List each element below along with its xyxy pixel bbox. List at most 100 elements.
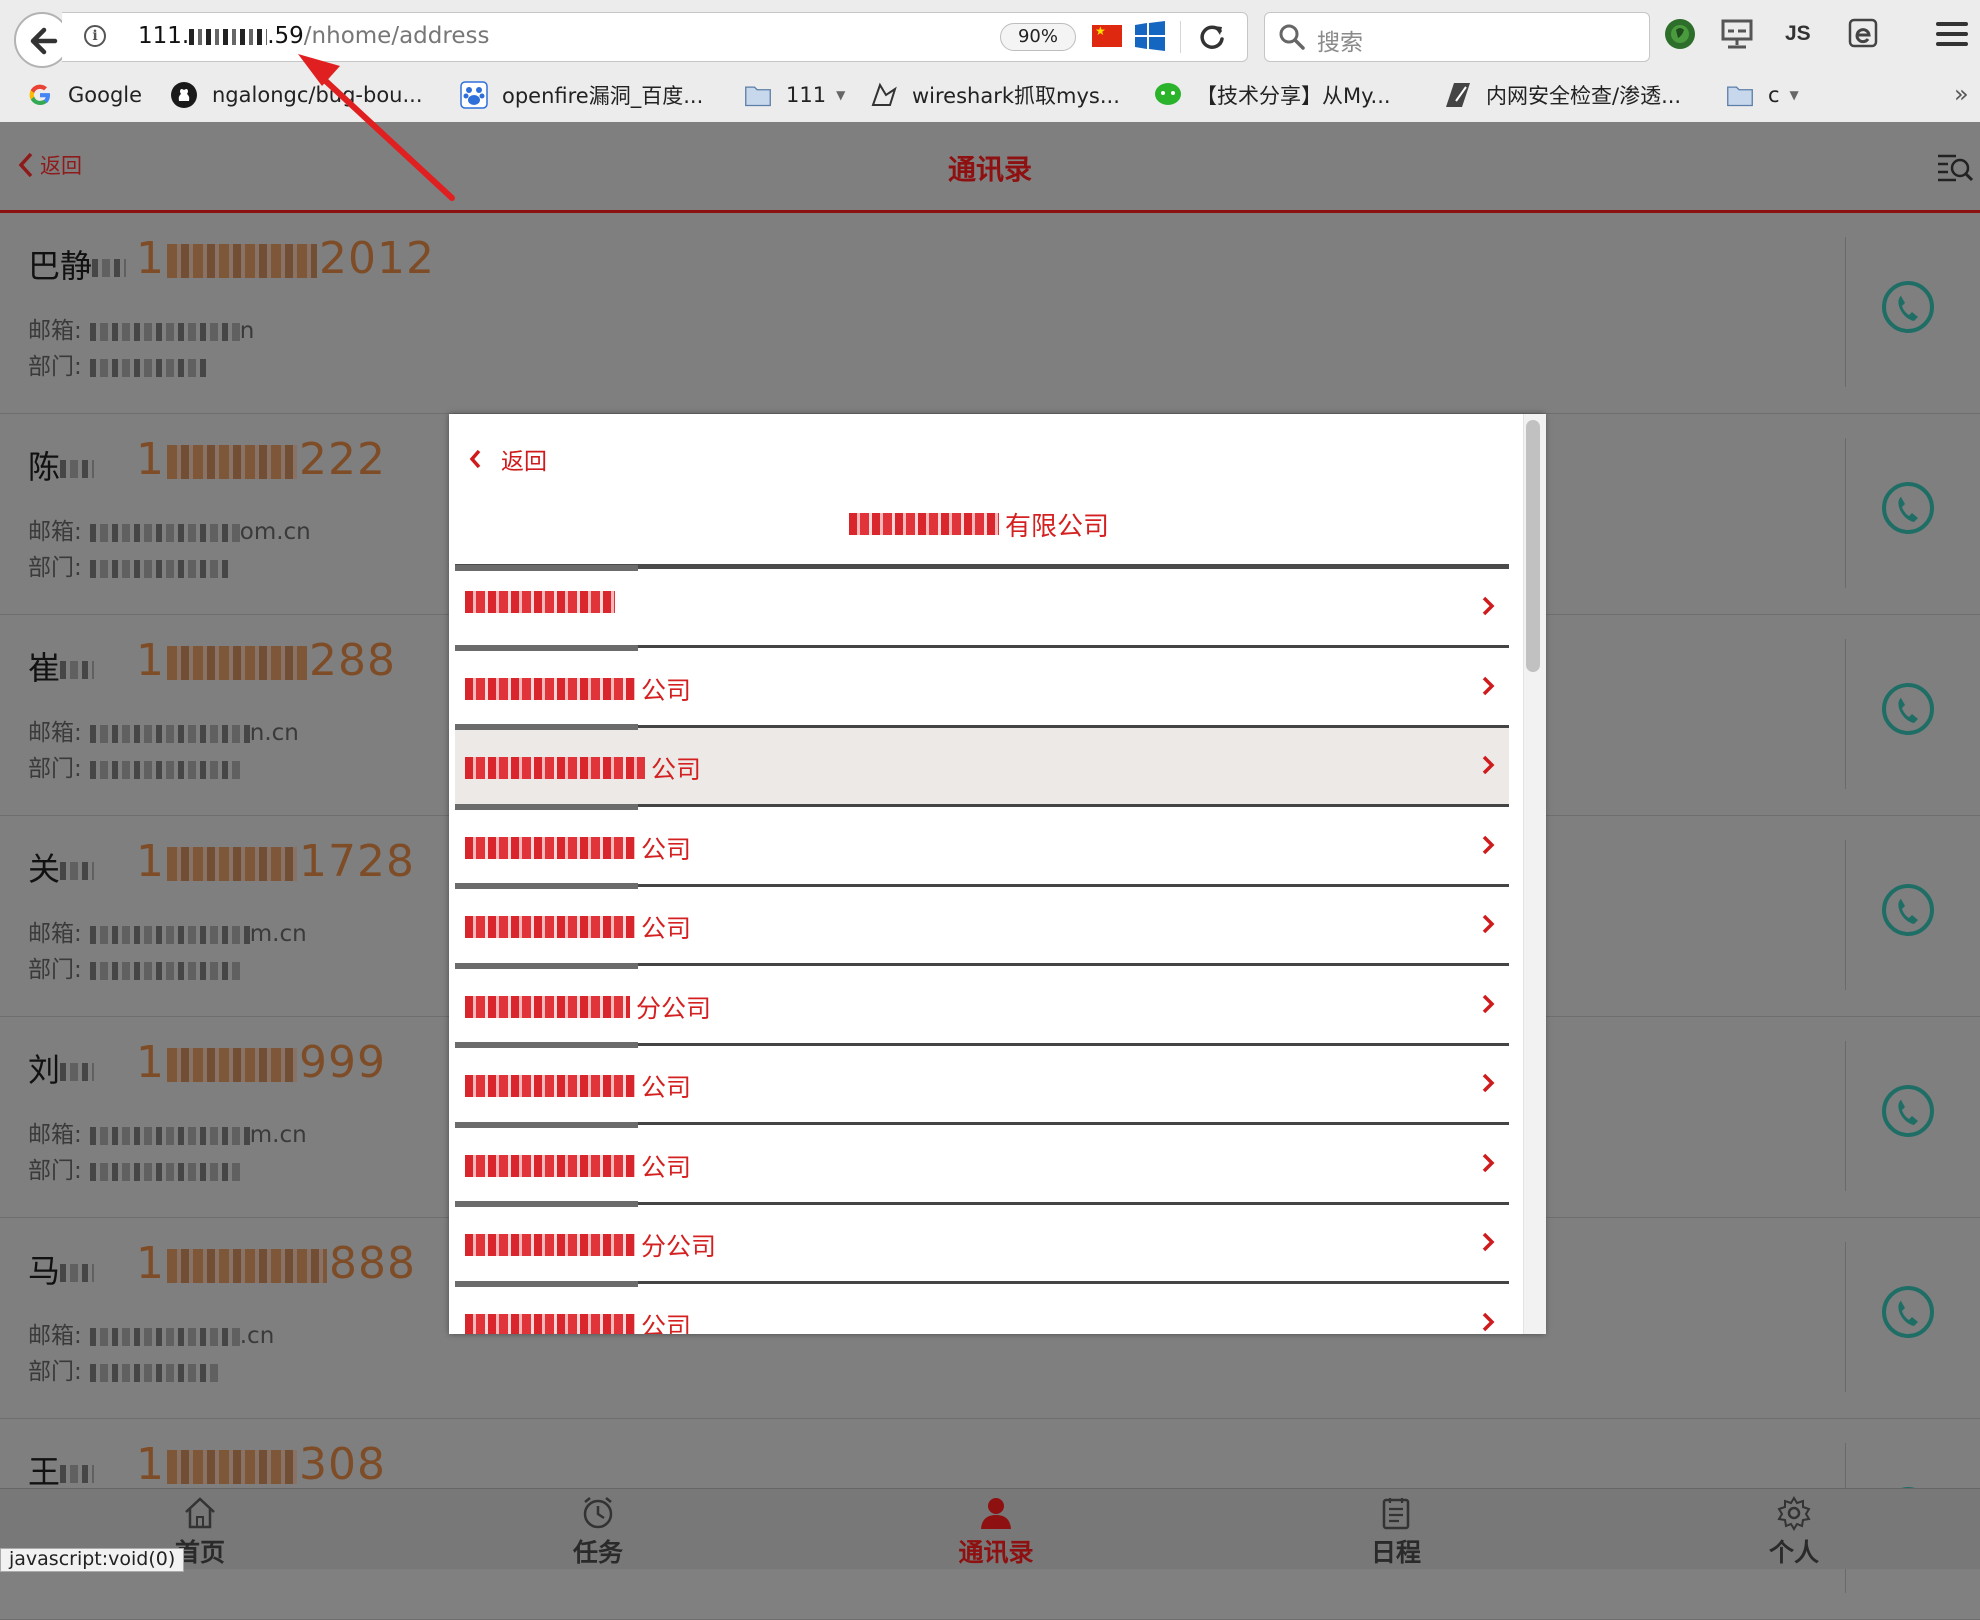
row-divider: [1845, 438, 1846, 588]
company-list-item[interactable]: 公司: [455, 803, 1509, 887]
redacted-text: [465, 836, 635, 859]
modal-scrollbar-thumb[interactable]: [1526, 420, 1540, 672]
company-list-item[interactable]: 分公司: [455, 962, 1509, 1046]
phone-call-icon[interactable]: [1880, 1284, 1936, 1340]
contact-phone[interactable]: 1 2012: [136, 233, 435, 284]
company-list-item[interactable]: 公司: [455, 1042, 1509, 1125]
bookmark-folder-111[interactable]: 111 ▼: [744, 74, 845, 116]
company-list-item[interactable]: 公司: [455, 1121, 1509, 1205]
bookmark-openfire[interactable]: openfire漏洞_百度...: [460, 74, 703, 116]
phone-call-icon[interactable]: [1880, 681, 1936, 737]
item-edge: [455, 724, 638, 730]
company-name: 公司: [465, 1148, 691, 1184]
phone-head: 1: [136, 836, 165, 887]
tab-tasks[interactable]: 任务: [538, 1495, 658, 1569]
app-header: 返回 通讯录: [0, 122, 1980, 213]
tab-profile[interactable]: 个人: [1734, 1495, 1854, 1569]
contact-name: 刘: [28, 1045, 95, 1091]
company-list-item[interactable]: [455, 565, 1509, 648]
company-list-item[interactable]: 分公司: [455, 1201, 1509, 1284]
company-list-item[interactable]: 公司: [455, 1280, 1509, 1334]
email-label: 邮箱:: [28, 921, 82, 947]
list-search-icon[interactable]: [1936, 152, 1974, 186]
bookmark-google[interactable]: Google: [26, 74, 142, 116]
hamburger-menu-icon[interactable]: [1936, 20, 1968, 48]
url-separator: [1180, 21, 1181, 53]
phone-tail: 288: [309, 635, 396, 686]
phone-tail: 1728: [299, 836, 415, 887]
row-divider: [1845, 1041, 1846, 1191]
redacted-text: [89, 724, 250, 743]
company-name-suffix: 公司: [651, 755, 702, 784]
email-label: 邮箱:: [28, 318, 82, 344]
bookmarks-overflow-icon[interactable]: »: [1954, 80, 1969, 108]
reload-icon[interactable]: [1198, 23, 1226, 51]
contact-name: 王: [28, 1447, 95, 1493]
phone-call-icon[interactable]: [1880, 882, 1936, 938]
chevron-right-icon: [1482, 596, 1495, 616]
phone-call-icon[interactable]: [1880, 1083, 1936, 1139]
windows-icon[interactable]: [1134, 21, 1166, 51]
contact-phone[interactable]: 1 222: [136, 434, 386, 485]
redacted-text: [60, 1063, 95, 1081]
tab-label: 个人: [1768, 1538, 1819, 1567]
address-bar[interactable]: i 111. .59/nhome/address 90%: [62, 12, 1248, 62]
network-monitor-icon[interactable]: [1720, 18, 1754, 52]
bookmark-wireshark[interactable]: wireshark抓取mys...: [870, 74, 1120, 116]
chevron-right-icon: [1482, 994, 1495, 1013]
baidu-icon: [460, 81, 488, 109]
contact-row[interactable]: 巴静 1 2012 邮箱: n 部门:: [0, 213, 1980, 414]
company-list-item[interactable]: 公司: [455, 724, 1509, 807]
bookmark-label: 内网安全检查/渗透...: [1486, 84, 1682, 108]
china-flag-icon[interactable]: [1092, 24, 1122, 47]
bookmark-tech-share[interactable]: 【技术分享】从My...: [1154, 74, 1391, 116]
bookmark-folder-c[interactable]: c ▼: [1726, 74, 1799, 116]
tab-label: 任务: [572, 1538, 623, 1567]
bookmark-label: openfire漏洞_百度...: [502, 84, 704, 108]
company-name-suffix: 分公司: [641, 1232, 717, 1261]
bookmark-intranet[interactable]: 内网安全检查/渗透...: [1444, 74, 1681, 116]
company-name: [465, 591, 621, 613]
contact-email: 邮箱: n.cn: [28, 713, 299, 747]
bookmark-label: ngalongc/bug-bou...: [212, 83, 423, 107]
company-name: 分公司: [465, 1227, 716, 1263]
tab-label: 日程: [1370, 1538, 1421, 1567]
redacted-text: [465, 995, 630, 1018]
company-list-item[interactable]: 公司: [455, 883, 1509, 966]
modal-back-button[interactable]: 返回: [469, 442, 547, 476]
ie-tab-icon[interactable]: [1848, 18, 1878, 48]
contact-phone[interactable]: 1 999: [136, 1037, 386, 1088]
phone-tail: 222: [299, 434, 386, 485]
search-box[interactable]: 搜索: [1264, 12, 1650, 62]
phone-call-icon[interactable]: [1880, 480, 1936, 536]
contact-email: 邮箱: m.cn: [28, 1115, 307, 1149]
contact-phone[interactable]: 1 1728: [136, 836, 415, 887]
status-bar-link: javascript:void(0): [0, 1548, 185, 1572]
contact-phone[interactable]: 1 288: [136, 635, 396, 686]
company-name: 公司: [465, 830, 691, 866]
js-toggle[interactable]: JS: [1785, 22, 1811, 46]
bookmark-github[interactable]: ngalongc/bug-bou...: [170, 74, 423, 116]
chevron-right-icon: [1482, 1073, 1495, 1093]
zoom-level[interactable]: 90%: [1000, 23, 1076, 51]
contact-department: 部门:: [28, 347, 210, 381]
url-text[interactable]: 111. .59/nhome/address: [138, 23, 489, 49]
redacted-text: [89, 1126, 250, 1145]
company-list-item[interactable]: 公司: [455, 644, 1509, 728]
contact-department: 部门:: [28, 749, 240, 783]
tab-contacts[interactable]: 通讯录: [936, 1495, 1056, 1569]
tab-schedule[interactable]: 日程: [1336, 1495, 1456, 1569]
contact-phone[interactable]: 1 308: [136, 1439, 386, 1490]
contact-phone[interactable]: 1 888: [136, 1238, 416, 1289]
redacted-text: [60, 1264, 95, 1282]
item-edge: [455, 644, 638, 651]
dept-label: 部门:: [28, 1359, 82, 1385]
url-host: 111.: [138, 23, 190, 49]
extension-shield-icon[interactable]: [1664, 18, 1696, 50]
phone-call-icon[interactable]: [1880, 279, 1936, 335]
alarm-icon: [583, 1497, 613, 1529]
redacted-text: [89, 322, 240, 341]
item-edge: [455, 1201, 638, 1207]
info-icon[interactable]: i: [84, 25, 106, 47]
bookmark-label: Google: [68, 83, 143, 107]
